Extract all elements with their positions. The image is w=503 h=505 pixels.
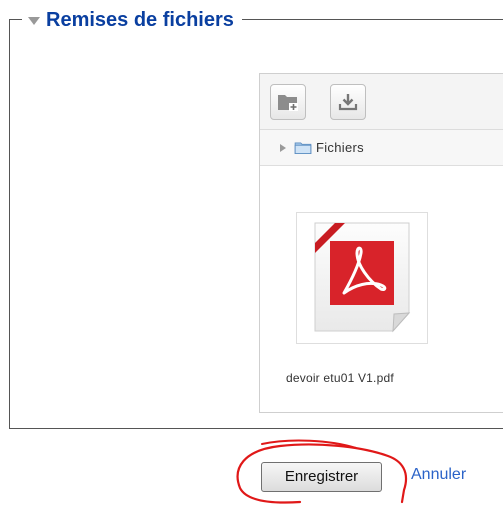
download-icon bbox=[338, 94, 358, 111]
pdf-file-icon bbox=[314, 222, 411, 333]
path-label[interactable]: Fichiers bbox=[316, 140, 364, 155]
cancel-link[interactable]: Annuler bbox=[411, 466, 466, 484]
folder-add-icon bbox=[278, 95, 298, 111]
expand-arrow-icon[interactable] bbox=[280, 143, 286, 152]
fieldset-legend[interactable]: Remises de fichiers bbox=[22, 6, 242, 34]
save-button[interactable]: Enregistrer bbox=[261, 462, 382, 492]
submission-form: Remises de fichiers Fichiers devoir etu0… bbox=[0, 0, 503, 505]
collapse-arrow-icon[interactable] bbox=[28, 17, 40, 25]
file-manager: Fichiers devoir etu01 V1.pdf bbox=[259, 73, 503, 413]
folder-icon bbox=[294, 141, 312, 154]
section-title: Remises de fichiers bbox=[46, 8, 234, 31]
add-file-button[interactable] bbox=[270, 84, 306, 120]
file-item[interactable] bbox=[296, 212, 428, 344]
download-all-button[interactable] bbox=[330, 84, 366, 120]
path-bar: Fichiers bbox=[260, 130, 503, 166]
file-manager-toolbar bbox=[260, 74, 503, 130]
file-name[interactable]: devoir etu01 V1.pdf bbox=[286, 371, 394, 385]
